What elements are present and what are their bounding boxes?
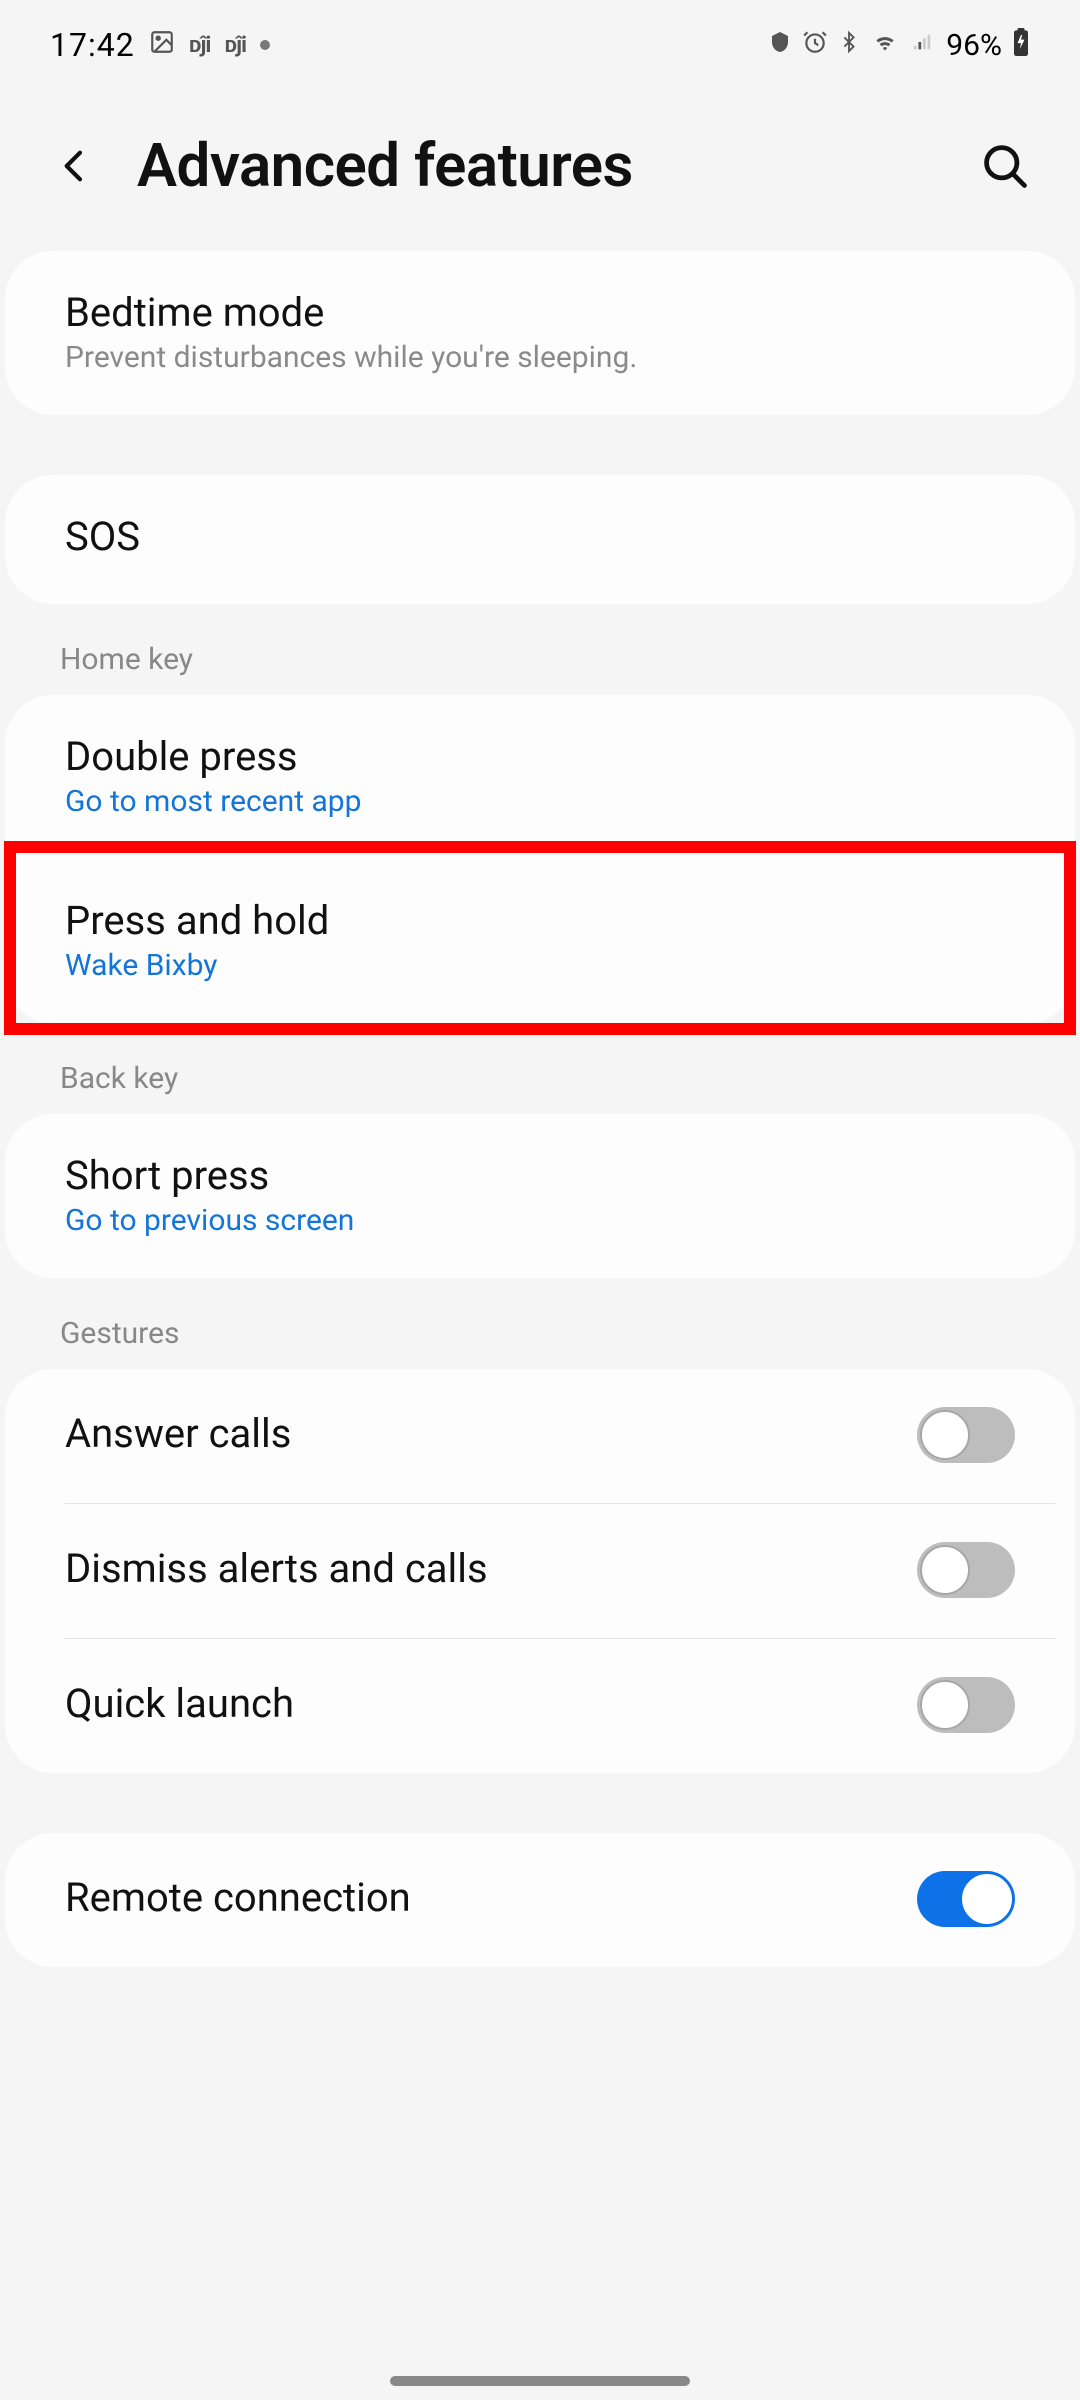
double-press-title: Double press — [65, 733, 1015, 780]
teams-icon: ᴅĵi — [224, 32, 246, 58]
wifi-icon — [870, 29, 900, 62]
double-press-sub: Go to most recent app — [65, 784, 1015, 819]
row-double-press[interactable]: Double press Go to most recent app — [5, 695, 1075, 859]
sos-title: SOS — [65, 513, 1015, 560]
chevron-left-icon — [55, 142, 95, 190]
toggle-answer-calls[interactable] — [917, 1407, 1015, 1463]
row-sos[interactable]: SOS — [5, 475, 1075, 604]
short-press-sub: Go to previous screen — [65, 1203, 1015, 1238]
section-home-key: Home key — [0, 604, 1080, 695]
section-gestures: Gestures — [0, 1278, 1080, 1369]
press-hold-sub: Wake Bixby — [65, 948, 1015, 983]
teams-icon: ᴅĵi — [189, 32, 211, 58]
short-press-title: Short press — [65, 1152, 1015, 1199]
card-bedtime: Bedtime mode Prevent disturbances while … — [5, 251, 1075, 415]
search-icon — [979, 140, 1031, 192]
more-icon — [260, 40, 270, 50]
row-remote-connection[interactable]: Remote connection — [5, 1833, 1075, 1967]
search-button[interactable] — [975, 136, 1035, 196]
back-button[interactable] — [45, 136, 105, 196]
status-bar: 17:42 ᴅĵi ᴅĵi 96% — [0, 0, 1080, 90]
page-header: Advanced features — [0, 90, 1080, 251]
toggle-remote-connection[interactable] — [917, 1871, 1015, 1927]
data-saver-icon — [768, 30, 792, 61]
dismiss-alerts-title: Dismiss alerts and calls — [65, 1545, 917, 1592]
card-sos: SOS — [5, 475, 1075, 604]
row-answer-calls[interactable]: Answer calls — [5, 1369, 1075, 1503]
press-hold-title: Press and hold — [65, 897, 1015, 944]
picture-icon — [149, 29, 175, 62]
row-press-and-hold[interactable]: Press and hold Wake Bixby — [5, 859, 1075, 1023]
home-indicator[interactable] — [390, 2376, 690, 2386]
toggle-dismiss-alerts[interactable] — [917, 1542, 1015, 1598]
card-gestures: Answer calls Dismiss alerts and calls Qu… — [5, 1369, 1075, 1773]
remote-title: Remote connection — [65, 1874, 917, 1921]
card-home-key: Double press Go to most recent app Press… — [5, 695, 1075, 1023]
battery-icon — [1012, 28, 1030, 63]
row-quick-launch[interactable]: Quick launch — [5, 1639, 1075, 1773]
row-bedtime-mode[interactable]: Bedtime mode Prevent disturbances while … — [5, 251, 1075, 415]
row-short-press[interactable]: Short press Go to previous screen — [5, 1114, 1075, 1278]
battery-text: 96% — [946, 28, 1002, 63]
bluetooth-icon — [838, 29, 860, 62]
row-dismiss-alerts[interactable]: Dismiss alerts and calls — [5, 1504, 1075, 1638]
toggle-quick-launch[interactable] — [917, 1677, 1015, 1733]
bedtime-title: Bedtime mode — [65, 289, 1015, 336]
status-time: 17:42 — [50, 26, 135, 64]
card-back-key: Short press Go to previous screen — [5, 1114, 1075, 1278]
alarm-icon — [802, 29, 828, 62]
section-back-key: Back key — [0, 1023, 1080, 1114]
bedtime-sub: Prevent disturbances while you're sleepi… — [65, 340, 1015, 375]
quick-launch-title: Quick launch — [65, 1680, 917, 1727]
page-title: Advanced features — [137, 130, 943, 201]
signal-icon — [910, 30, 936, 60]
answer-calls-title: Answer calls — [65, 1410, 917, 1457]
card-remote: Remote connection — [5, 1833, 1075, 1967]
